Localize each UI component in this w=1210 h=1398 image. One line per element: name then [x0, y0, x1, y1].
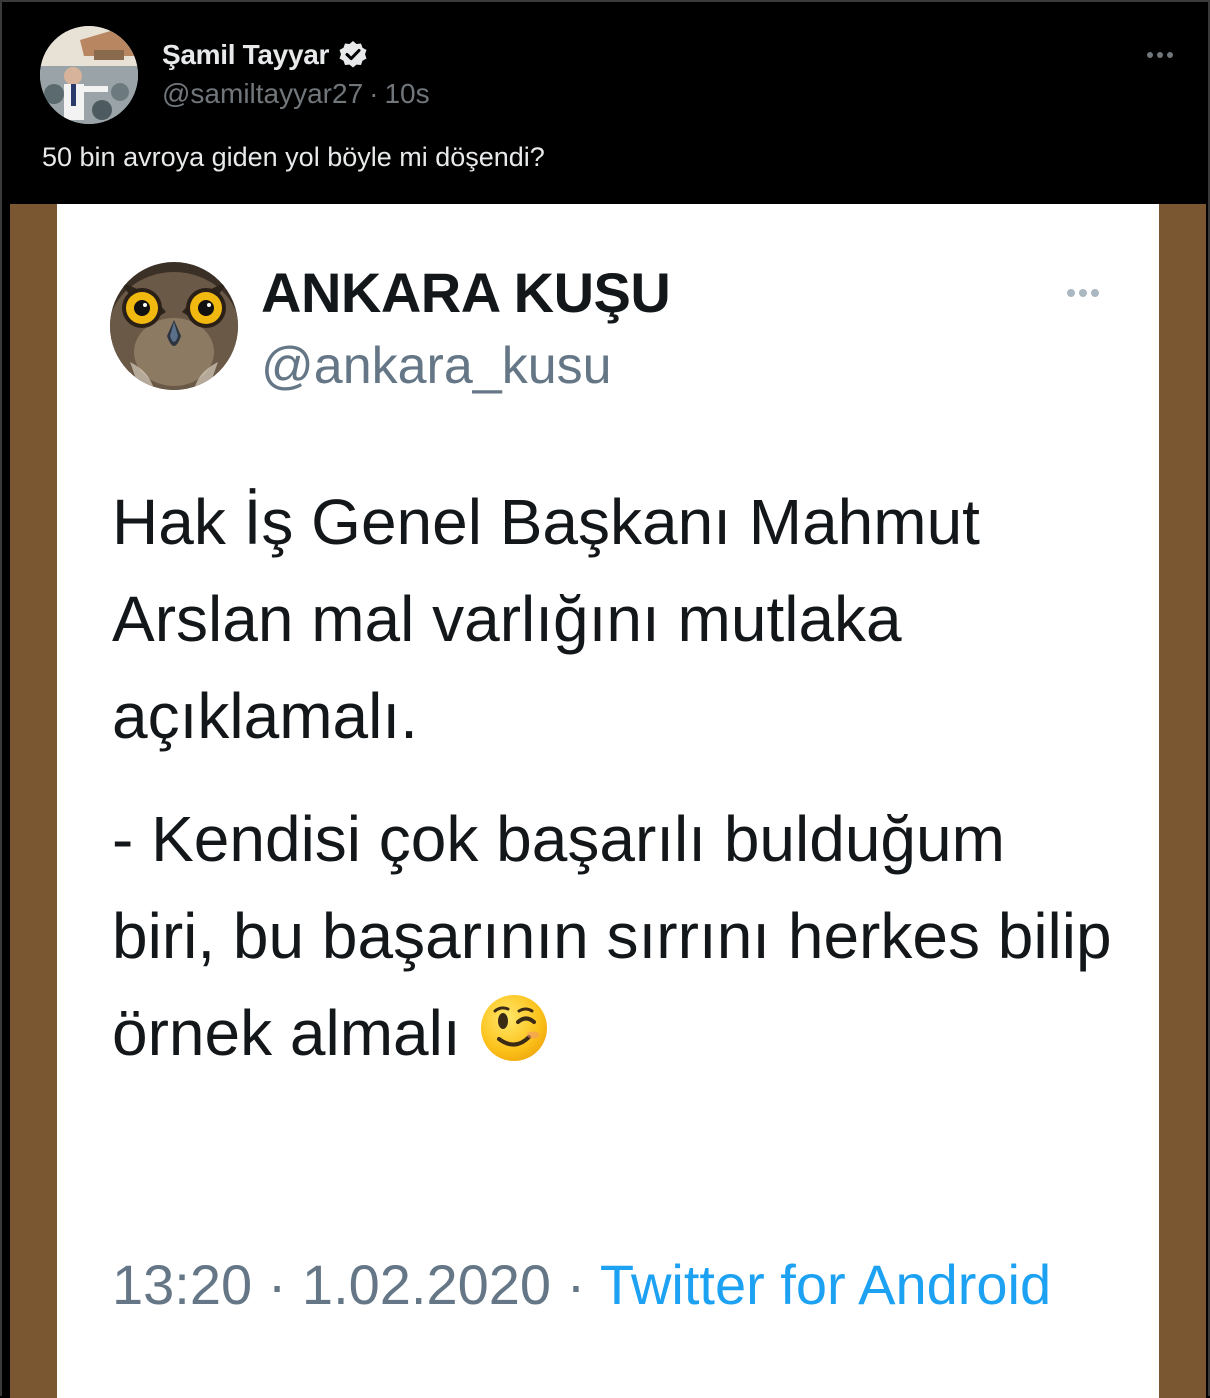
embedded-paragraph-1: Hak İş Genel Başkanı Mahmut Arslan mal v… — [112, 486, 980, 752]
tweet-time[interactable]: 10s — [384, 78, 429, 110]
embedded-paragraph-2: - Kendisi çok başarılı bulduğum biri, bu… — [112, 803, 1112, 1069]
embedded-tweet-screenshot: ANKARA KUŞU @ankara_kusu Hak İş Genel Ba… — [57, 204, 1159, 1398]
embedded-separator-1: · — [267, 1253, 287, 1316]
embedded-tweet-body: Hak İş Genel Başkanı Mahmut Arslan mal v… — [112, 474, 1112, 1082]
tweet-text: 50 bin avroya giden yol böyle mi döşendi… — [42, 142, 545, 172]
embedded-owl-avatar — [110, 262, 238, 390]
tweet-header: Şamil Tayyar @samiltayyar27 · 10s — [40, 26, 1180, 126]
author-name-row: Şamil Tayyar — [162, 38, 369, 72]
embedded-tweet-meta: 13:20 · 1.02.2020 · Twitter for Android — [112, 1249, 1112, 1321]
more-options-icon[interactable] — [1140, 40, 1180, 70]
embedded-date: 1.02.2020 — [301, 1253, 552, 1316]
embedded-more-icon — [1063, 282, 1103, 304]
embedded-author-name: ANKARA KUŞU — [261, 261, 671, 324]
embedded-paragraph-2-wrap: - Kendisi çok başarılı bulduğum biri, bu… — [112, 791, 1112, 1082]
tweet-container: Şamil Tayyar @samiltayyar27 · 10s 50 bin… — [0, 0, 1210, 1398]
author-name[interactable]: Şamil Tayyar — [162, 39, 329, 71]
verified-badge-icon — [337, 39, 369, 71]
embedded-time: 13:20 — [112, 1253, 253, 1316]
author-avatar[interactable] — [40, 26, 138, 124]
embedded-author-handle: @ankara_kusu — [261, 337, 612, 395]
winking-face-icon — [479, 993, 549, 1063]
author-meta: @samiltayyar27 · 10s — [162, 78, 430, 110]
embedded-separator-2: · — [566, 1253, 586, 1316]
meta-separator: · — [369, 78, 379, 109]
author-handle[interactable]: @samiltayyar27 — [162, 78, 363, 110]
tweet-media[interactable]: ANKARA KUŞU @ankara_kusu Hak İş Genel Ba… — [10, 204, 1206, 1398]
embedded-source: Twitter for Android — [599, 1253, 1052, 1316]
